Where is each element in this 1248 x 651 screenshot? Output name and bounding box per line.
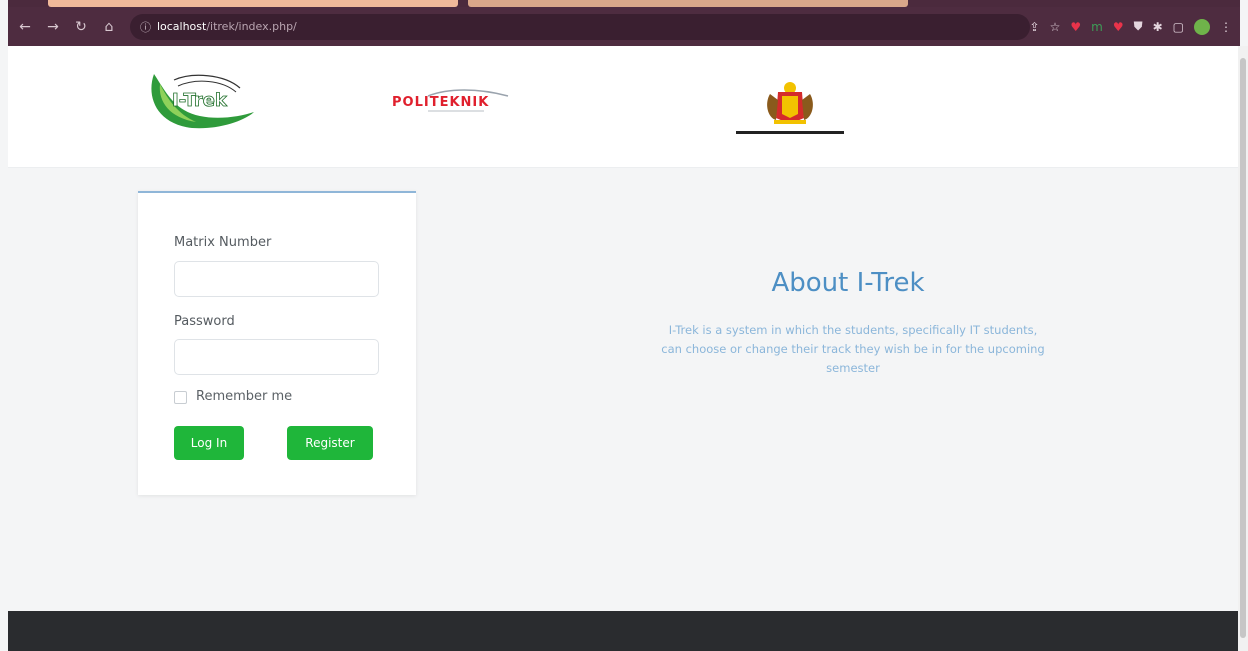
page-scrollbar[interactable] [1238,46,1248,651]
browser-tab-active[interactable] [48,0,458,7]
site-header: I-Trek POLITEKNIK [8,46,1238,168]
browser-tab-inactive[interactable] [468,0,908,7]
home-icon[interactable]: ⌂ [98,16,120,38]
matrix-number-label: Matrix Number [174,235,272,250]
address-bar[interactable]: ⓘ localhost /itrek/index.php/ [129,13,1030,40]
politeknik-logo: POLITEKNIK [392,89,509,112]
register-button[interactable]: Register [287,426,373,460]
politeknik-logo-text: POLITEKNIK [392,95,489,110]
forward-icon[interactable]: → [42,16,64,38]
extensions-puzzle-icon[interactable]: ✱ [1153,20,1163,34]
login-button[interactable]: Log In [174,426,244,460]
extensions-area: ⇪ ☆ ♥ m ♥ ⛊ ✱ ▢ ⋮ [1030,18,1232,35]
itrek-logo: I-Trek [151,74,254,129]
login-card: Matrix Number Password Remember me Log I… [138,191,416,495]
about-title: About I-Trek [771,268,925,298]
tab-strip [8,0,1240,7]
bookmark-star-icon[interactable]: ☆ [1050,20,1061,34]
extension-shield-white-icon[interactable]: ⛊ [1134,19,1143,34]
url-path: /itrek/index.php/ [206,20,297,33]
scrollbar-thumb[interactable] [1240,58,1246,638]
itrek-logo-text: I-Trek [172,90,228,111]
back-icon[interactable]: ← [14,16,36,38]
remember-me-checkbox[interactable] [174,391,187,404]
browser-toolbar: ← → ↻ ⌂ ⓘ localhost /itrek/index.php/ ⇪ … [8,7,1240,46]
matrix-number-input[interactable] [174,261,379,297]
extension-heart-icon[interactable]: ♥ [1113,20,1124,34]
site-footer [8,611,1238,651]
remember-me-label[interactable]: Remember me [196,389,292,404]
extension-m-icon[interactable]: m [1091,20,1103,34]
government-crest-logo [736,82,844,134]
password-label: Password [174,314,235,329]
browser-chrome: ← → ↻ ⌂ ⓘ localhost /itrek/index.php/ ⇪ … [8,0,1240,46]
extension-shield-icon[interactable]: ♥ [1070,20,1081,34]
page: I-Trek POLITEKNIK Matrix Number Password… [8,46,1238,651]
share-icon[interactable]: ⇪ [1030,20,1040,34]
reload-icon[interactable]: ↻ [70,16,92,38]
about-description: I-Trek is a system in which the students… [661,323,1045,375]
password-input[interactable] [174,339,379,375]
profile-avatar[interactable] [1194,18,1210,35]
url-host: localhost [156,20,207,33]
site-info-icon[interactable]: ⓘ [140,19,151,35]
sidepanel-icon[interactable]: ▢ [1173,20,1184,34]
menu-kebab-icon[interactable]: ⋮ [1220,20,1232,34]
